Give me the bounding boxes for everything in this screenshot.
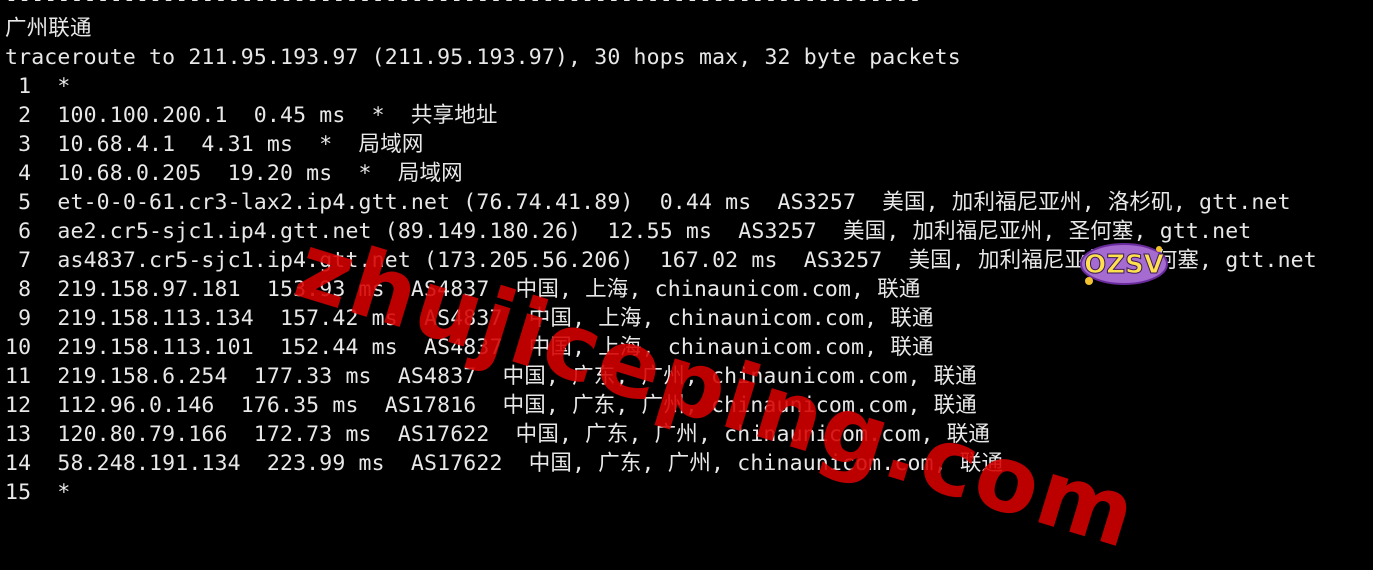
ozsv-logo-icon: OZSV <box>1080 243 1168 285</box>
hop-line-2: 2 100.100.200.1 0.45 ms * 共享地址 <box>5 103 498 128</box>
hop-line-9: 9 219.158.113.134 157.42 ms AS4837 中国, 上… <box>5 306 934 331</box>
region-title: 广州联通 <box>5 16 92 41</box>
hop-line-5: 5 et-0-0-61.cr3-lax2.ip4.gtt.net (76.74.… <box>5 190 1291 215</box>
hop-line-15: 15 * <box>5 480 71 505</box>
hop-line-13: 13 120.80.79.166 172.73 ms AS17622 中国, 广… <box>5 422 991 447</box>
hop-line-11: 11 219.158.6.254 177.33 ms AS4837 中国, 广东… <box>5 364 977 389</box>
separator-line: ----------------------------------------… <box>5 0 1370 14</box>
hop-line-12: 12 112.96.0.146 176.35 ms AS17816 中国, 广东… <box>5 393 977 418</box>
hop-line-3: 3 10.68.4.1 4.31 ms * 局域网 <box>5 132 424 157</box>
hop-line-1: 1 * <box>5 74 71 99</box>
hop-line-4: 4 10.68.0.205 19.20 ms * 局域网 <box>5 161 463 186</box>
hop-line-10: 10 219.158.113.101 152.44 ms AS4837 中国, … <box>5 335 934 360</box>
hop-line-14: 14 58.248.191.134 223.99 ms AS17622 中国, … <box>5 451 1004 476</box>
traceroute-command-header: traceroute to 211.95.193.97 (211.95.193.… <box>5 45 961 70</box>
ozsv-logo-text: OZSV <box>1084 250 1164 280</box>
